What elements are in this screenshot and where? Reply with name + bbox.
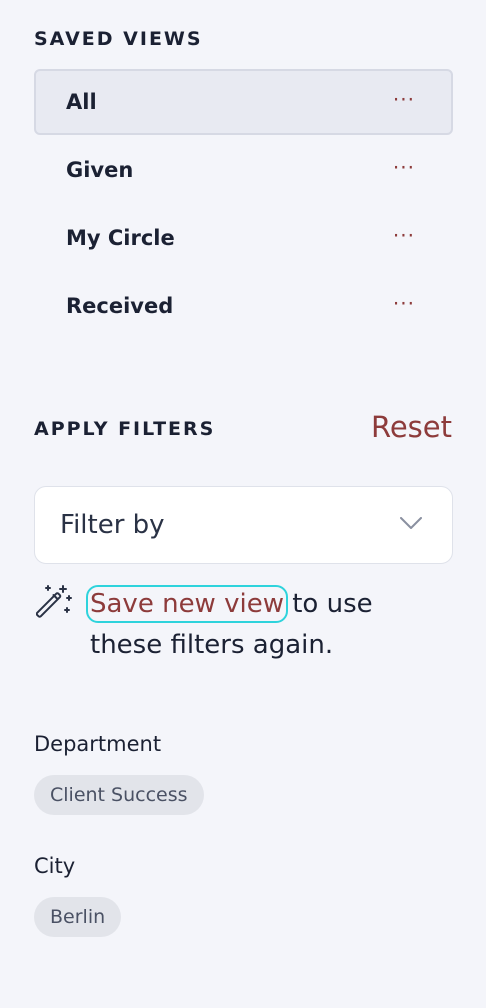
ellipsis-icon[interactable]: ··· <box>393 158 415 178</box>
filter-by-select[interactable]: Filter by <box>34 486 453 564</box>
department-chip[interactable]: Client Success <box>34 775 204 815</box>
ellipsis-icon[interactable]: ··· <box>393 90 415 110</box>
view-item-my-circle[interactable]: My Circle ··· <box>34 205 453 271</box>
apply-filters-heading: APPLY FILTERS <box>34 418 216 440</box>
save-view-text: Save new view to use these filters again… <box>86 584 450 666</box>
view-item-label: Given <box>66 158 134 182</box>
filter-by-label: Filter by <box>60 510 165 540</box>
filters-panel: SAVED VIEWS All ··· Given ··· My Circle … <box>0 0 486 1008</box>
saved-views-list: All ··· Given ··· My Circle ··· Received… <box>34 69 453 341</box>
chevron-down-icon <box>400 517 422 529</box>
view-item-given[interactable]: Given ··· <box>34 137 453 203</box>
view-item-label: All <box>66 90 97 114</box>
department-label: Department <box>34 732 162 756</box>
ellipsis-icon[interactable]: ··· <box>393 226 415 246</box>
saved-views-heading: SAVED VIEWS <box>34 28 203 50</box>
magic-wand-icon <box>36 585 72 618</box>
view-item-label: Received <box>66 294 174 318</box>
save-new-view-link[interactable]: Save new view <box>86 585 288 623</box>
view-item-received[interactable]: Received ··· <box>34 273 453 339</box>
reset-button[interactable]: Reset <box>371 410 452 444</box>
view-item-label: My Circle <box>66 226 175 250</box>
city-chip[interactable]: Berlin <box>34 897 122 937</box>
city-label: City <box>34 854 76 878</box>
view-item-all[interactable]: All ··· <box>34 69 453 135</box>
ellipsis-icon[interactable]: ··· <box>393 294 415 314</box>
